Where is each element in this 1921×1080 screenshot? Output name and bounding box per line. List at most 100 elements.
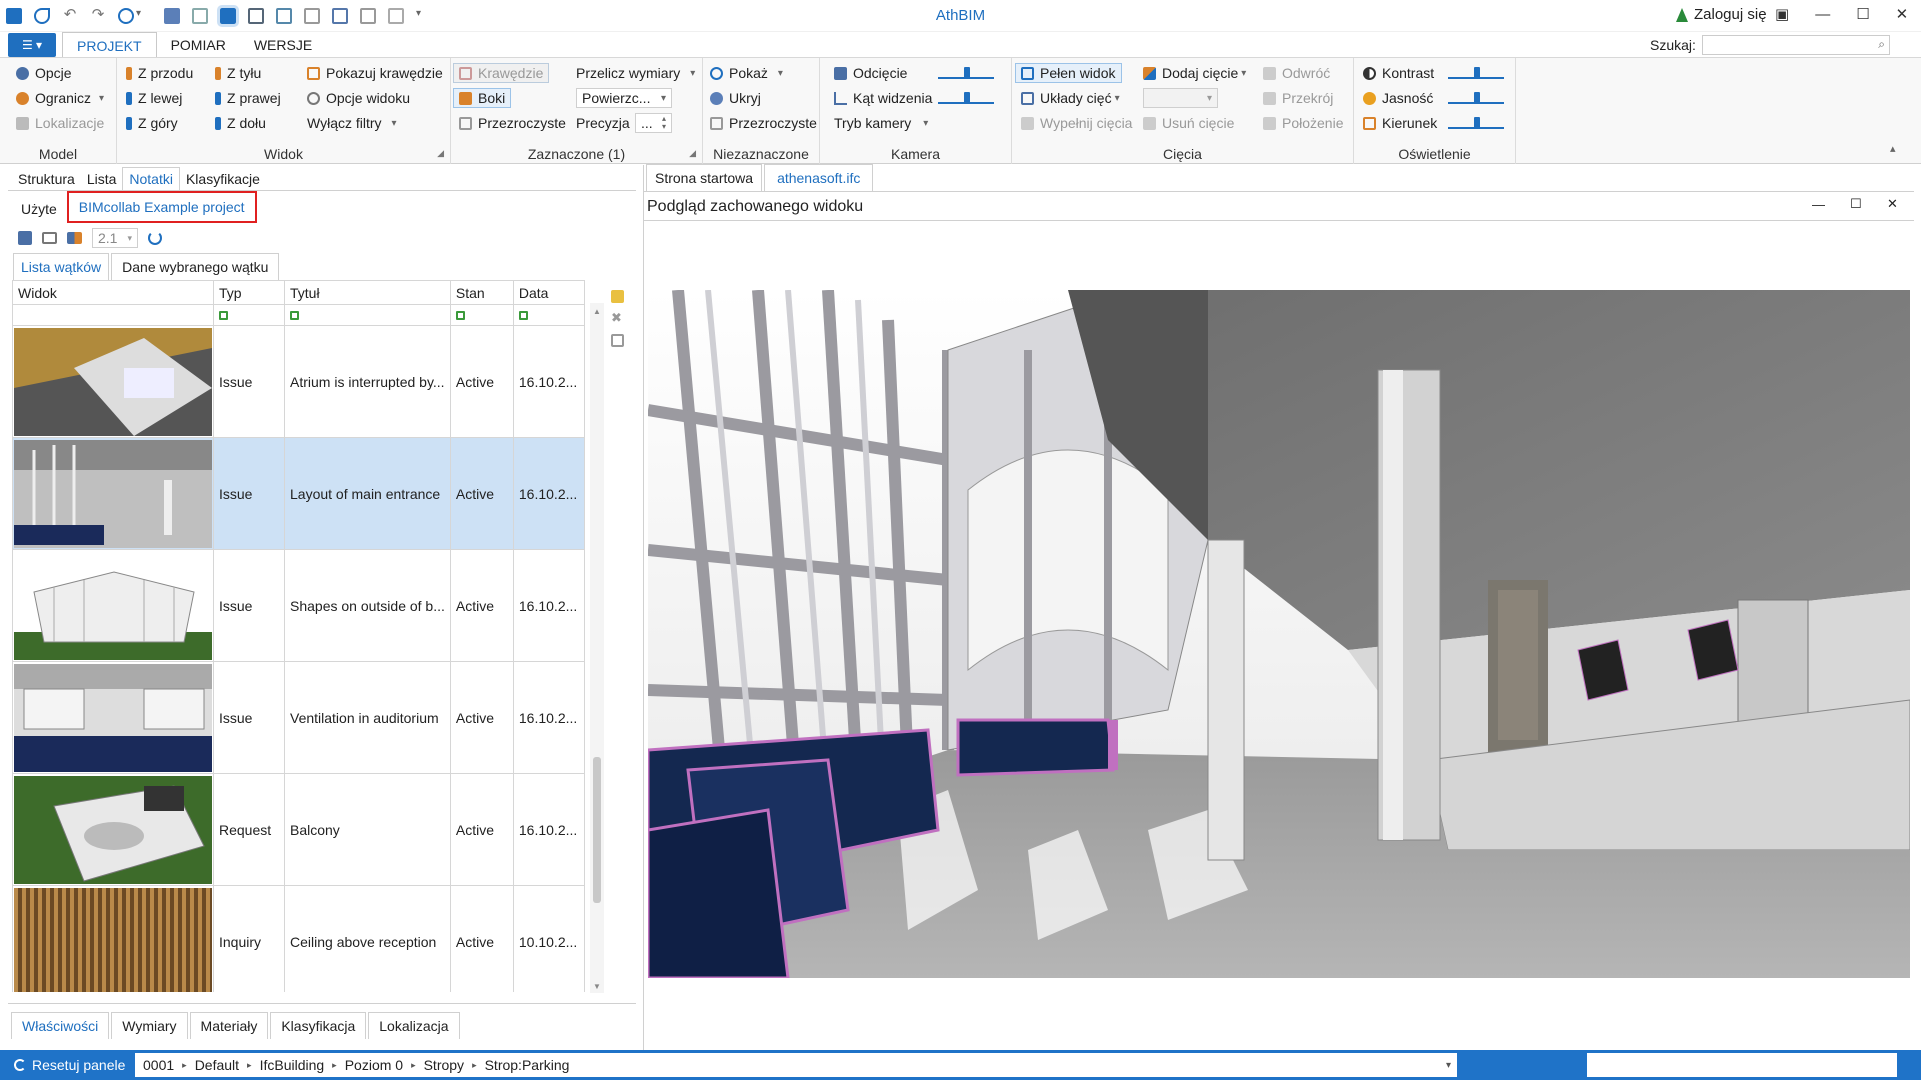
- breadcrumb-item[interactable]: Poziom 0: [345, 1057, 403, 1073]
- opcje-widoku-button[interactable]: Opcje widoku: [307, 90, 410, 106]
- table-row-selected[interactable]: Issue Layout of main entrance Active 16.…: [12, 437, 585, 550]
- filter-cell[interactable]: [449, 304, 514, 326]
- filter-cell[interactable]: [284, 304, 451, 326]
- column-header-typ[interactable]: Typ: [213, 280, 285, 305]
- z-gory-button[interactable]: Z góry: [126, 115, 178, 131]
- login-area[interactable]: Zaloguj się: [1676, 6, 1767, 23]
- z-tylu-button[interactable]: Z tyłu: [215, 65, 261, 81]
- tab-notatki[interactable]: Notatki: [122, 167, 180, 190]
- table-row[interactable]: Issue Ventilation in auditorium Active 1…: [12, 661, 585, 774]
- tab-lokalizacja[interactable]: Lokalizacja: [368, 1012, 460, 1039]
- tab-uzyte[interactable]: Użyte: [13, 195, 65, 223]
- version-select[interactable]: 2.1 ▾: [92, 228, 138, 248]
- table-scrollbar[interactable]: ▲ ▼: [590, 303, 604, 993]
- polozenie-button[interactable]: Położenie: [1263, 115, 1344, 131]
- tab-pomiar[interactable]: POMIAR: [157, 32, 240, 58]
- refresh-icon[interactable]: [148, 231, 162, 245]
- tab-klasyfikacja[interactable]: Klasyfikacja: [270, 1012, 367, 1039]
- close-icon[interactable]: ✕: [1896, 5, 1909, 23]
- tab-struktura[interactable]: Struktura: [12, 168, 81, 190]
- boki-toggle[interactable]: Boki: [453, 88, 512, 108]
- opcje-button[interactable]: Opcje: [16, 65, 72, 81]
- breadcrumb-item[interactable]: Stropy: [424, 1057, 464, 1073]
- krawedzie-toggle[interactable]: Krawędzie: [453, 63, 550, 83]
- column-header-stan[interactable]: Stan: [449, 280, 514, 305]
- tab-wymiary[interactable]: Wymiary: [111, 1012, 188, 1039]
- pokazuj-krawedzie-button[interactable]: Pokazuj krawędzie: [307, 65, 443, 81]
- z-prawej-button[interactable]: Z prawej: [215, 90, 281, 106]
- login-link[interactable]: Zaloguj się: [1694, 6, 1767, 23]
- model-viewport[interactable]: [648, 290, 1910, 978]
- expand-group-icon[interactable]: ◢: [689, 148, 696, 159]
- tab-strona-startowa[interactable]: Strona startowa: [646, 164, 763, 191]
- tab-bimcollab-project[interactable]: BIMcollab Example project: [66, 191, 257, 223]
- dodaj-ciecie-dropdown[interactable]: Dodaj cięcie ▾: [1143, 65, 1246, 81]
- wypelnij-ciecia-button[interactable]: Wypełnij cięcia: [1021, 115, 1132, 131]
- layout-icon[interactable]: ▣: [1775, 5, 1789, 23]
- import-icon[interactable]: [67, 232, 82, 244]
- lokalizacje-button[interactable]: Lokalizacje: [16, 115, 104, 131]
- column-header-data[interactable]: Data: [512, 280, 585, 305]
- przezroczyste-button[interactable]: Przezroczyste: [459, 115, 566, 131]
- minimize-icon[interactable]: —: [1815, 6, 1830, 23]
- ukryj-button[interactable]: Ukryj: [710, 90, 761, 106]
- breadcrumb-dropdown-icon[interactable]: ▾: [1446, 1060, 1451, 1071]
- table-row[interactable]: Inquiry Ceiling above reception Active 1…: [12, 885, 585, 992]
- z-lewej-button[interactable]: Z lewej: [126, 90, 182, 106]
- mail-icon[interactable]: [42, 232, 57, 244]
- uklady-ciec-dropdown[interactable]: Układy cięć ▾: [1021, 90, 1120, 106]
- file-menu-button[interactable]: ☰ ▾: [8, 33, 56, 57]
- tab-wlasciwosci[interactable]: Właściwości: [11, 1012, 110, 1039]
- pokaz-button[interactable]: Pokaż ▾: [710, 65, 783, 81]
- tab-materialy[interactable]: Materiały: [189, 1012, 269, 1039]
- breadcrumb-item[interactable]: Default: [195, 1057, 239, 1073]
- reset-panels-button[interactable]: Resetuj panele: [0, 1057, 135, 1073]
- kat-widzenia-slider[interactable]: [938, 92, 994, 104]
- duplicate-icon[interactable]: [611, 334, 624, 347]
- tab-athenasoft-ifc[interactable]: athenasoft.ifc: [764, 164, 874, 191]
- scroll-up-icon[interactable]: ▲: [593, 307, 601, 316]
- przezroczyste-unselected-button[interactable]: Przezroczyste: [710, 115, 817, 131]
- table-row[interactable]: Issue Shapes on outside of b... Active 1…: [12, 549, 585, 662]
- close-icon[interactable]: ✕: [1887, 196, 1898, 212]
- filter-cell[interactable]: [12, 304, 214, 326]
- table-row[interactable]: Issue Atrium is interrupted by... Active…: [12, 325, 585, 438]
- powierzchnia-select[interactable]: Powierzc... ▾: [576, 88, 672, 108]
- tab-dane-watku[interactable]: Dane wybranego wątku: [111, 253, 280, 280]
- odciecie-slider[interactable]: [938, 67, 994, 79]
- filter-cell[interactable]: [213, 304, 285, 326]
- tab-klasyfikacje[interactable]: Klasyfikacje: [180, 168, 266, 190]
- delete-icon[interactable]: ✖: [611, 311, 624, 325]
- z-dolu-button[interactable]: Z dołu: [215, 115, 266, 131]
- tryb-kamery-dropdown[interactable]: Tryb kamery ▾: [834, 115, 928, 131]
- kierunek-slider[interactable]: [1448, 117, 1504, 129]
- tab-lista-watkow[interactable]: Lista wątków: [13, 253, 110, 280]
- breadcrumb-item[interactable]: Strop:Parking: [485, 1057, 570, 1073]
- kontrast-slider[interactable]: [1448, 67, 1504, 79]
- scroll-down-icon[interactable]: ▼: [593, 982, 601, 991]
- column-header-tytul[interactable]: Tytuł: [284, 280, 451, 305]
- scrollbar-thumb[interactable]: [593, 757, 601, 903]
- przelicz-wymiary-dropdown[interactable]: Przelicz wymiary ▾: [576, 65, 695, 81]
- new-note-icon[interactable]: [611, 290, 624, 303]
- search-input[interactable]: ⌕: [1701, 35, 1890, 55]
- breadcrumb-item[interactable]: 0001: [143, 1057, 174, 1073]
- ogranicz-button[interactable]: Ogranicz ▾: [16, 90, 104, 106]
- section-select[interactable]: ▾: [1143, 88, 1218, 108]
- maximize-icon[interactable]: ☐: [1856, 5, 1869, 23]
- breadcrumb-item[interactable]: IfcBuilding: [260, 1057, 325, 1073]
- maximize-icon[interactable]: ☐: [1850, 196, 1862, 212]
- pelen-widok-toggle[interactable]: Pełen widok: [1015, 63, 1122, 83]
- filter-cell[interactable]: [512, 304, 585, 326]
- collapse-ribbon-icon[interactable]: ▴: [1890, 142, 1896, 155]
- przekroj-button[interactable]: Przekrój: [1263, 90, 1333, 106]
- tab-projekt[interactable]: PROJEKT: [62, 32, 157, 58]
- wylacz-filtry-button[interactable]: Wyłącz filtry ▾: [307, 115, 397, 131]
- table-row[interactable]: Request Balcony Active 16.10.2...: [12, 773, 585, 886]
- precyzja-stepper[interactable]: ... ▴ ▾: [635, 113, 672, 133]
- expand-group-icon[interactable]: ◢: [437, 148, 444, 159]
- minimize-icon[interactable]: —: [1812, 197, 1825, 212]
- save-icon[interactable]: [18, 231, 32, 245]
- usun-ciecie-button[interactable]: Usuń cięcie: [1143, 115, 1234, 131]
- jasnosc-slider[interactable]: [1448, 92, 1504, 104]
